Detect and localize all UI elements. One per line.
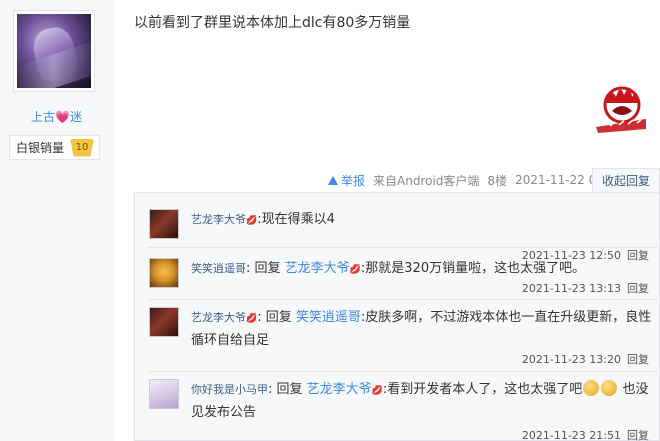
username[interactable]: 上古💗迷 xyxy=(0,108,113,125)
user-sidebar: 上古💗迷 白银销量 10 xyxy=(0,0,114,441)
collapse-replies-button[interactable]: 收起回复 xyxy=(592,168,660,192)
reply-username[interactable]: 笑笑逍遥哥 xyxy=(191,262,246,275)
reply-username[interactable]: 你好我是小马甲 xyxy=(191,383,268,396)
reply-avatar[interactable] xyxy=(149,209,179,239)
reply-target-link[interactable]: 艺龙李大爷 xyxy=(285,261,350,276)
lips-icon: 💋 xyxy=(349,265,361,275)
reply-word: 回复 xyxy=(254,261,281,276)
report-label: 举报 xyxy=(341,173,366,188)
reply-username[interactable]: 艺龙李大爷 xyxy=(191,311,246,324)
reply-meta: 2021-11-23 21:51 回复 xyxy=(522,427,649,441)
angry-emoji-icon xyxy=(583,380,600,396)
reply-avatar[interactable] xyxy=(149,379,179,409)
report-link[interactable]: 举报 xyxy=(328,172,365,189)
reply-time: 2021-11-23 13:20 xyxy=(521,353,621,366)
reply-username[interactable]: 艺龙李大爷 xyxy=(191,213,246,226)
reply-button[interactable]: 回复 xyxy=(627,282,649,295)
post-source: 来自Android客户端 xyxy=(373,173,480,188)
lips-icon: 💋 xyxy=(246,314,258,324)
heart-icon: 💗 xyxy=(55,110,70,124)
lips-icon: 💋 xyxy=(246,216,258,226)
level-badge[interactable]: 白银销量 10 xyxy=(9,135,100,160)
reply-button[interactable]: 回复 xyxy=(627,429,649,441)
reply-body: 你好我是小马甲: 回复 艺龙李大爷💋:看到开发者本人了，这也太强了吧 也没见发布… xyxy=(191,380,649,420)
reply-time: 2021-11-23 21:51 xyxy=(521,429,621,441)
divider xyxy=(149,299,657,300)
reply-avatar[interactable] xyxy=(149,258,179,288)
reply-body: 笑笑逍遥哥: 回复 艺龙李大爷💋:那就是320万销量啦，这也太强了吧。 xyxy=(191,261,586,276)
username-text: 上古 xyxy=(31,110,56,124)
reply-word: 回复 xyxy=(276,382,303,397)
lips-icon: 💋 xyxy=(371,386,383,396)
badge-label: 白银销量 xyxy=(16,141,65,155)
reply-meta: 2021-11-23 13:20 回复 xyxy=(522,351,649,367)
user-avatar[interactable] xyxy=(13,10,95,92)
warning-icon xyxy=(328,175,338,185)
reply-target-link[interactable]: 笑笑逍遥哥 xyxy=(296,310,361,325)
post-meta: 举报 来自Android客户端 8楼 2021-11-22 09:40 xyxy=(328,170,623,190)
avatar-image xyxy=(17,14,91,88)
username-suffix: 迷 xyxy=(69,110,82,124)
angry-emoji-icon xyxy=(601,380,618,396)
reply-time: 2021-11-23 13:13 xyxy=(521,282,621,295)
reply-meta: 2021-11-23 13:13 回复 xyxy=(522,280,649,296)
reply-target-link[interactable]: 艺龙李大爷 xyxy=(307,382,372,397)
reply-body: 艺龙李大爷💋:现在得乘以4 xyxy=(191,209,657,232)
divider xyxy=(149,247,657,248)
reply-text: :皮肤多啊，不过游戏本体也一直在升级更新，良性循环自给自足 xyxy=(191,310,652,348)
post-floor: 8楼 xyxy=(487,173,508,188)
post-content: 以前看到了群里说本体加上dlc有80多万销量 xyxy=(134,15,411,31)
divider xyxy=(149,371,657,372)
reply-text: :看到开发者本人了，这也太强了吧 xyxy=(382,382,583,397)
reply-text: :现在得乘以4 xyxy=(257,212,335,227)
reply-word: 回复 xyxy=(265,310,292,325)
reply-text: :那就是320万销量啦，这也太强了吧。 xyxy=(360,261,586,276)
reply-body: 艺龙李大爷💋: 回复 笑笑逍遥哥:皮肤多啊，不过游戏本体也一直在升级更新，良性循… xyxy=(191,310,652,348)
reply-panel: 艺龙李大爷💋:现在得乘以4 2021-11-23 12:50 回复 笑笑逍遥哥: … xyxy=(134,192,660,441)
signature-seal-icon xyxy=(596,86,646,133)
badge-level-icon: 10 xyxy=(70,138,95,157)
reply-button[interactable]: 回复 xyxy=(627,353,649,366)
reply-avatar[interactable] xyxy=(149,307,179,337)
